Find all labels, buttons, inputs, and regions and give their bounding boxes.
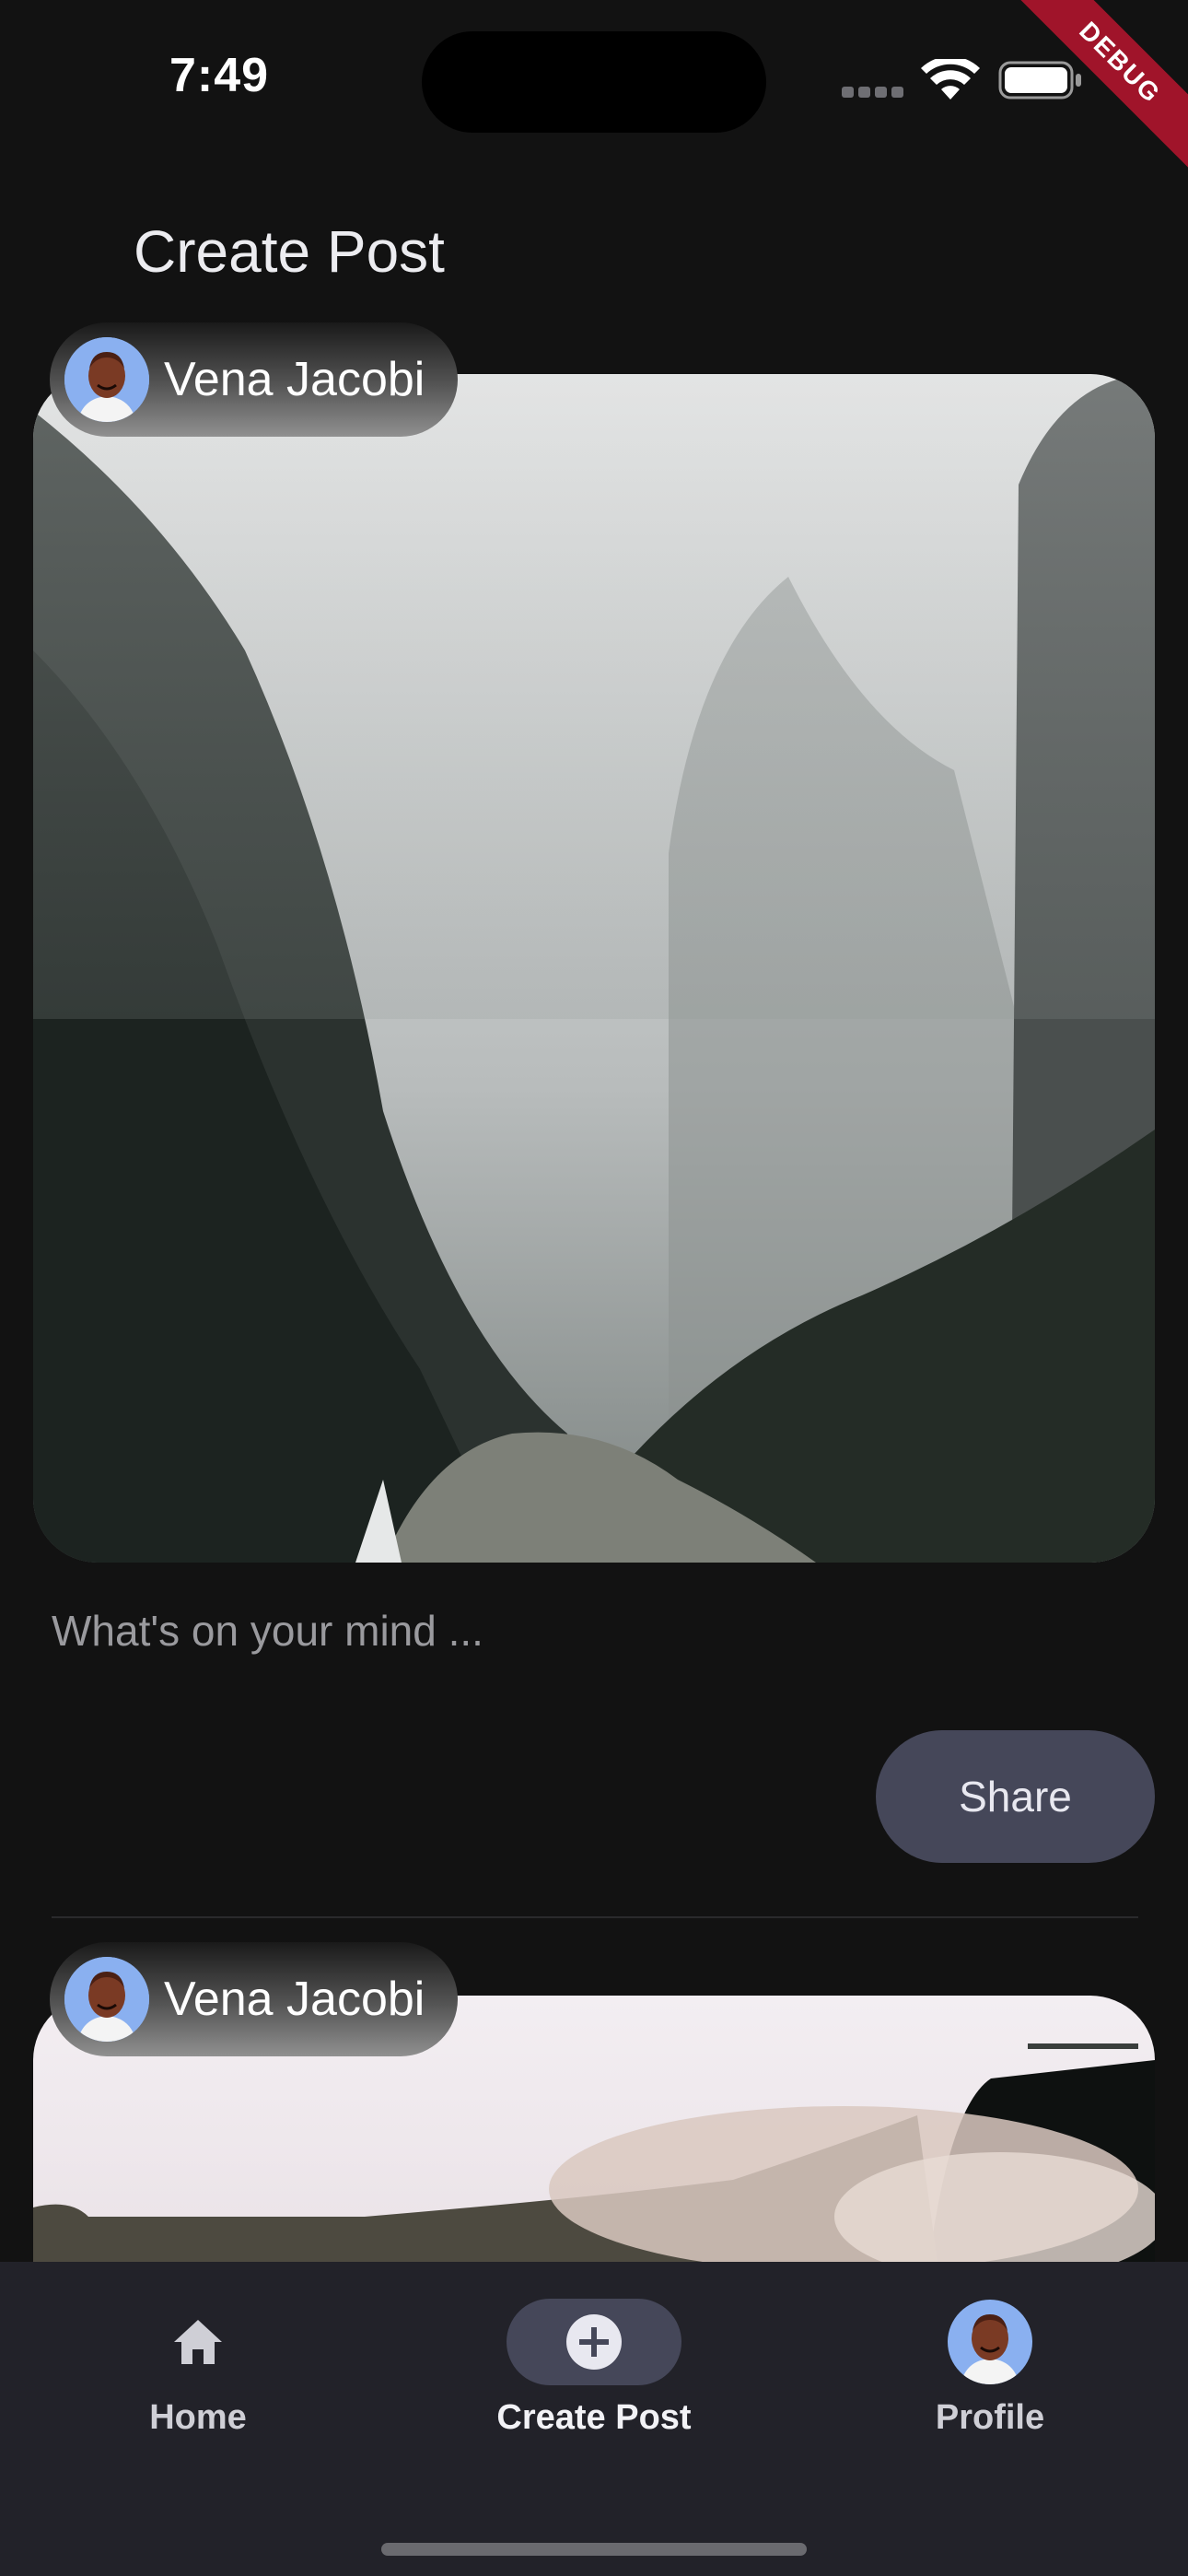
nav-item-create-post[interactable]: Create Post — [456, 2299, 732, 2438]
bottom-navigation: Home Create Post Profile — [0, 2262, 1188, 2576]
nav-label-create-post: Create Post — [496, 2398, 692, 2437]
nav-label-home: Home — [149, 2398, 247, 2437]
nav-item-profile[interactable]: Profile — [852, 2299, 1128, 2438]
home-indicator — [381, 2543, 807, 2556]
caption-input[interactable] — [52, 1585, 1138, 1677]
author-avatar — [64, 337, 149, 422]
post-image[interactable] — [33, 374, 1155, 1563]
divider — [52, 1916, 1138, 1918]
wifi-icon — [921, 59, 980, 100]
home-icon — [174, 2320, 222, 2364]
status-time: 7:49 — [169, 49, 270, 102]
author-name: Vena Jacobi — [164, 353, 425, 406]
share-button[interactable]: Share — [876, 1730, 1155, 1863]
author-pill[interactable]: Vena Jacobi — [50, 322, 459, 437]
nav-item-home[interactable]: Home — [60, 2299, 336, 2438]
battery-icon — [998, 61, 1081, 100]
page-title: Create Post — [134, 218, 445, 285]
add-circle-icon — [566, 2314, 622, 2370]
author-name: Vena Jacobi — [164, 1973, 425, 2026]
author-pill[interactable]: Vena Jacobi — [50, 1942, 459, 2056]
cellular-signal-icon — [842, 87, 904, 98]
author-avatar — [64, 1957, 149, 2042]
avatar — [948, 2300, 1032, 2384]
nav-label-profile: Profile — [935, 2398, 1045, 2437]
dynamic-island — [422, 31, 766, 133]
